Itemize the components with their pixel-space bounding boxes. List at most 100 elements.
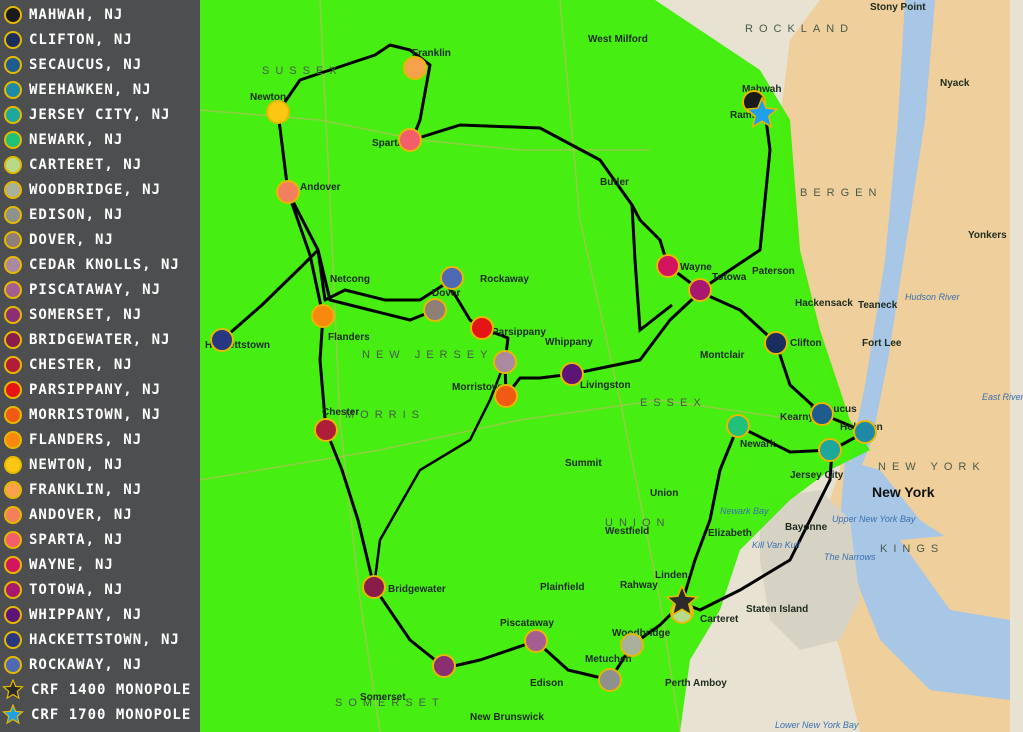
city-label-chester: Chester bbox=[322, 407, 359, 418]
site-marker-woodbridge-nj[interactable] bbox=[620, 633, 644, 657]
legend-swatch bbox=[4, 205, 22, 224]
site-marker-newton-nj[interactable] bbox=[266, 100, 290, 124]
city-label-westfield: Westfield bbox=[605, 526, 649, 537]
city-label-clifton: Clifton bbox=[790, 338, 822, 349]
legend-swatch bbox=[4, 255, 22, 274]
site-marker-piscataway-nj[interactable] bbox=[524, 629, 548, 653]
site-marker-rockaway-nj[interactable] bbox=[440, 266, 464, 290]
city-label-paterson: Paterson bbox=[752, 266, 795, 277]
region-label-rockland: ROCKLAND bbox=[745, 23, 854, 35]
legend-label: SECAUCUS, NJ bbox=[29, 56, 143, 73]
legend-swatch bbox=[4, 280, 22, 299]
site-marker-sparta-nj[interactable] bbox=[398, 128, 422, 152]
city-label-newark: Newark bbox=[740, 439, 776, 450]
site-marker-edison-nj[interactable] bbox=[598, 668, 622, 692]
legend-item-edison-nj: EDISON, NJ bbox=[4, 202, 123, 227]
legend-label: FRANKLIN, NJ bbox=[29, 481, 143, 498]
city-label-staten-island: Staten Island bbox=[746, 604, 808, 615]
water-label-lower-new-york-bay: Lower New York Bay bbox=[775, 720, 859, 730]
water-label-kill-van-kull: Kill Van Kull bbox=[752, 540, 801, 550]
city-label-union: Union bbox=[650, 488, 678, 499]
site-marker-franklin-nj[interactable] bbox=[403, 56, 427, 80]
legend-label: MAHWAH, NJ bbox=[29, 6, 124, 23]
legend-label: SOMERSET, NJ bbox=[29, 306, 143, 323]
legend-swatch bbox=[4, 530, 22, 549]
site-marker-secaucus-nj[interactable] bbox=[810, 402, 834, 426]
legend-swatch bbox=[4, 455, 22, 474]
legend-item-cedar-knolls-nj: CEDAR KNOLLS, NJ bbox=[4, 252, 180, 277]
water-label-upper-new-york-bay: Upper New York Bay bbox=[832, 514, 916, 524]
legend-label: CEDAR KNOLLS, NJ bbox=[29, 256, 180, 273]
site-marker-morristown-nj[interactable] bbox=[494, 384, 518, 408]
legend-label: NEWARK, NJ bbox=[29, 131, 124, 148]
city-label-rockaway: Rockaway bbox=[480, 274, 529, 285]
legend-label: TOTOWA, NJ bbox=[29, 581, 124, 598]
site-marker-chester-nj[interactable] bbox=[314, 418, 338, 442]
legend-label: MORRISTOWN, NJ bbox=[29, 406, 162, 423]
legend-label: PARSIPPANY, NJ bbox=[29, 381, 162, 398]
legend-label: CRF 1700 MONOPOLE bbox=[31, 706, 192, 723]
legend-label: WOODBRIDGE, NJ bbox=[29, 181, 162, 198]
legend-item-somerset-nj: SOMERSET, NJ bbox=[4, 302, 142, 327]
site-marker-andover-nj[interactable] bbox=[276, 180, 300, 204]
legend-label: CARTERET, NJ bbox=[29, 156, 143, 173]
site-marker-hackettstown-nj[interactable] bbox=[210, 328, 234, 352]
site-marker-jersey-city-nj[interactable] bbox=[818, 438, 842, 462]
water-label-the-narrows: The Narrows bbox=[824, 552, 876, 562]
site-marker-parsippany-nj[interactable] bbox=[470, 316, 494, 340]
city-label-somerset: Somerset bbox=[360, 692, 406, 703]
city-label-new-brunswick: New Brunswick bbox=[470, 712, 544, 723]
site-marker-bridgewater-nj[interactable] bbox=[362, 575, 386, 599]
legend-label: BRIDGEWATER, NJ bbox=[29, 331, 171, 348]
legend-item-piscataway-nj: PISCATAWAY, NJ bbox=[4, 277, 161, 302]
city-label-edison: Edison bbox=[530, 678, 563, 689]
legend-swatch bbox=[4, 305, 22, 324]
city-label-west-milford: West Milford bbox=[588, 34, 648, 45]
legend-swatch bbox=[4, 130, 22, 149]
legend-item-mahwah-nj: MAHWAH, NJ bbox=[4, 2, 123, 27]
legend-swatch bbox=[4, 230, 22, 249]
city-label-perth-amboy: Perth Amboy bbox=[665, 678, 727, 689]
region-label-essex: ESSEX bbox=[640, 397, 707, 409]
legend-swatch bbox=[4, 330, 22, 349]
legend-swatch bbox=[4, 155, 22, 174]
legend-item-woodbridge-nj: WOODBRIDGE, NJ bbox=[4, 177, 161, 202]
legend-item-jersey-city-nj: JERSEY CITY, NJ bbox=[4, 102, 170, 127]
legend-swatch bbox=[4, 630, 22, 649]
city-label-jersey-city: Jersey City bbox=[790, 470, 844, 481]
legend-item-whippany-nj: WHIPPANY, NJ bbox=[4, 602, 142, 627]
monopole-star-icon[interactable] bbox=[745, 97, 779, 131]
legend-item-crf-1400-monopole: CRF 1400 MONOPOLE bbox=[2, 677, 192, 702]
legend-item-hackettstown-nj: HACKETTSTOWN, NJ bbox=[4, 627, 180, 652]
water-label-hudson-river: Hudson River bbox=[905, 292, 961, 302]
site-marker-whippany-nj[interactable] bbox=[560, 362, 584, 386]
legend-item-carteret-nj: CARTERET, NJ bbox=[4, 152, 142, 177]
site-marker-flanders-nj[interactable] bbox=[311, 304, 335, 328]
legend-label: JERSEY CITY, NJ bbox=[29, 106, 171, 123]
site-marker-clifton-nj[interactable] bbox=[764, 331, 788, 355]
city-label-bayonne: Bayonne bbox=[785, 522, 828, 533]
star-icon bbox=[2, 703, 24, 724]
legend-label: DOVER, NJ bbox=[29, 231, 114, 248]
monopole-star-icon[interactable] bbox=[665, 585, 699, 619]
map-view[interactable]: SUSSEX NEW JERSEY MORRIS ESSEX UNION SOMERSET… bbox=[0, 0, 1023, 732]
legend-item-crf-1700-monopole: CRF 1700 MONOPOLE bbox=[2, 702, 192, 727]
site-marker-dover-nj[interactable] bbox=[423, 298, 447, 322]
legend-item-newton-nj: NEWTON, NJ bbox=[4, 452, 123, 477]
site-marker-wayne-nj[interactable] bbox=[656, 254, 680, 278]
legend-label: WEEHAWKEN, NJ bbox=[29, 81, 152, 98]
site-marker-newark-nj[interactable] bbox=[726, 414, 750, 438]
city-label-butler: Butler bbox=[600, 177, 629, 188]
site-marker-cedar-knolls-nj[interactable] bbox=[493, 350, 517, 374]
site-marker-somerset-nj[interactable] bbox=[432, 654, 456, 678]
city-label-nyack: Nyack bbox=[940, 78, 970, 89]
legend-swatch bbox=[4, 655, 22, 674]
legend-label: HACKETTSTOWN, NJ bbox=[29, 631, 180, 648]
city-label-whippany: Whippany bbox=[545, 337, 593, 348]
legend-label: CRF 1400 MONOPOLE bbox=[31, 681, 192, 698]
city-label-fort-lee: Fort Lee bbox=[862, 338, 902, 349]
site-marker-weehawken-nj[interactable] bbox=[853, 420, 877, 444]
city-label-netcong: Netcong bbox=[330, 274, 370, 285]
site-marker-totowa-nj[interactable] bbox=[688, 278, 712, 302]
city-label-piscataway: Piscataway bbox=[500, 618, 554, 629]
